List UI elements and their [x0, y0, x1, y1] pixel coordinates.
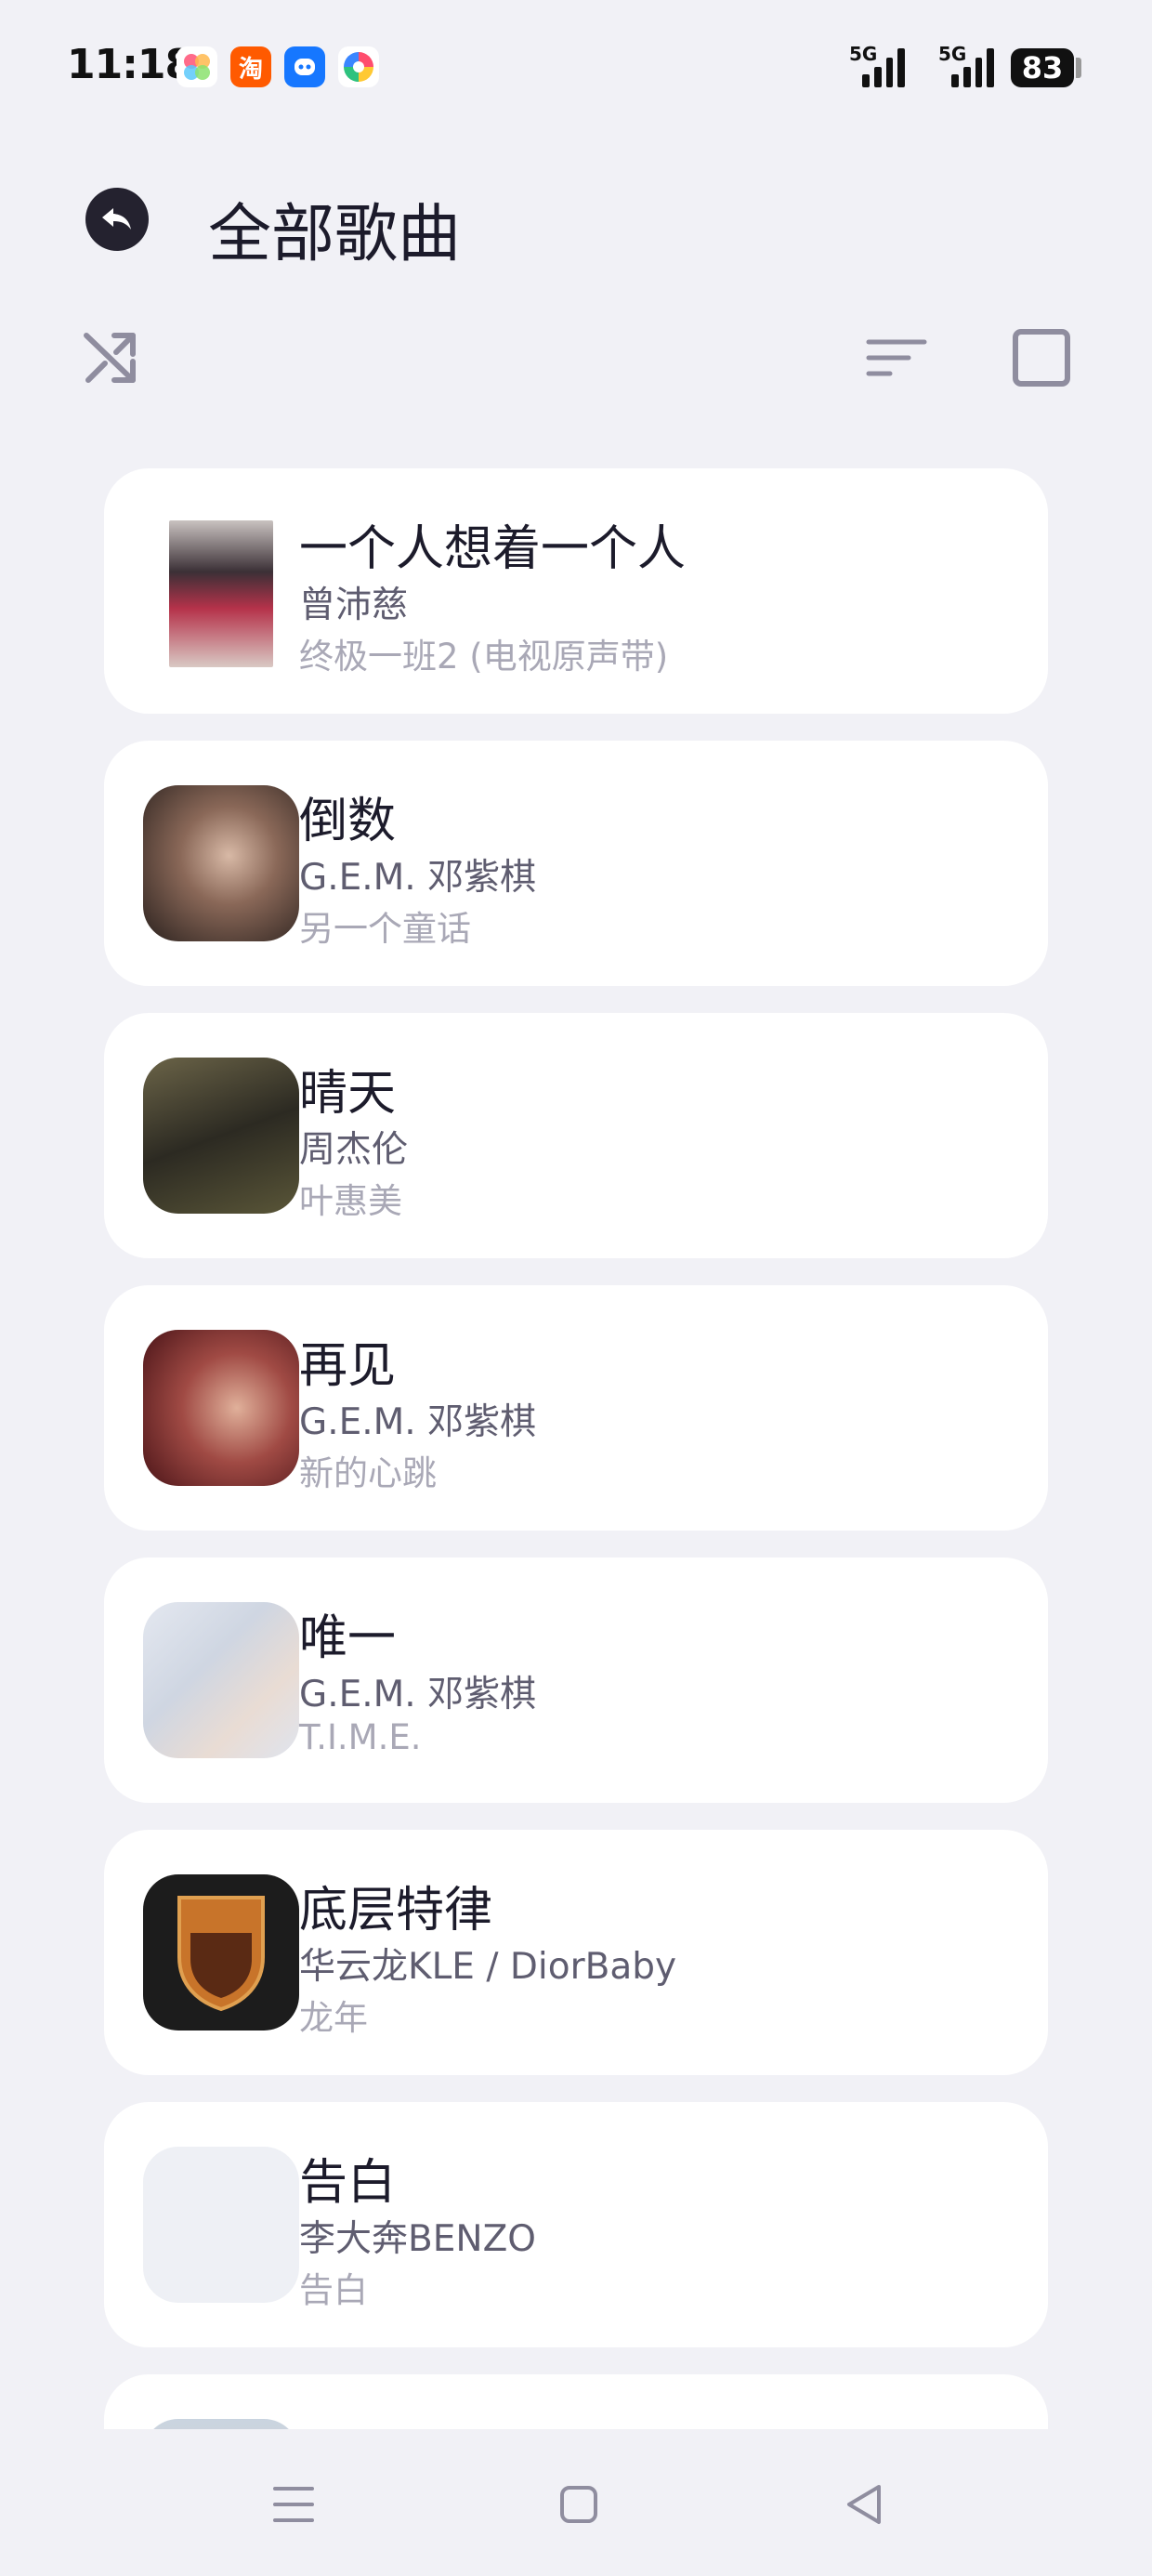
album-cover [143, 1602, 299, 1758]
shuffle-icon [84, 333, 136, 383]
song-artist: G.E.M. 邓紫棋 [299, 1401, 537, 1443]
song-item[interactable]: 一个人想着一个人 曾沛慈 终极一班2 (电视原声带) [104, 468, 1048, 714]
album-cover [143, 1058, 299, 1214]
song-title: 唯一 [299, 1610, 397, 1666]
system-back-button[interactable] [827, 2467, 901, 2542]
song-album: 龙年 [299, 1998, 368, 2038]
song-album: 新的心跳 [299, 1453, 437, 1493]
battery-icon: 83 [1011, 48, 1074, 87]
song-artist: 华云龙KLE / DiorBaby [299, 1946, 677, 1988]
back-triangle-icon [847, 2485, 881, 2524]
back-arrow-icon [102, 208, 131, 230]
album-cover [143, 2419, 299, 2429]
song-album: 另一个童话 [299, 909, 471, 949]
song-item[interactable]: 唯一 G.E.M. 邓紫棋 T.I.M.E. [104, 1557, 1048, 1803]
song-artist: G.E.M. 邓紫棋 [299, 857, 537, 899]
song-item[interactable]: 告白 李大奔BENZO 告白 [104, 2102, 1048, 2347]
taobao-app-icon: 淘 [230, 46, 271, 87]
song-item[interactable]: 当年之约 [104, 2374, 1048, 2429]
signal-strength-icon: 5G [849, 43, 905, 87]
song-item[interactable]: 底层特律 华云龙KLE / DiorBaby 龙年 [104, 1830, 1048, 2075]
song-album: 终极一班2 (电视原声带) [299, 637, 669, 677]
song-title: 倒数 [299, 794, 397, 849]
song-title: 告白 [299, 2155, 397, 2211]
photos-app-icon [177, 46, 217, 87]
album-cover [143, 1330, 299, 1486]
song-title: 再见 [299, 1338, 397, 1394]
recent-apps-button[interactable] [256, 2467, 331, 2542]
song-artist: 周杰伦 [299, 1129, 409, 1171]
song-album: 叶惠美 [299, 1181, 402, 1221]
album-cover [169, 520, 273, 667]
battery-level: 83 [1021, 50, 1064, 85]
status-bar: 11:18 淘 5G 5G 83 [0, 0, 1152, 135]
home-button[interactable] [542, 2467, 616, 2542]
album-cover [143, 785, 299, 941]
song-artist: 曾沛慈 [299, 585, 409, 626]
sort-button[interactable] [864, 325, 929, 390]
song-item[interactable]: 晴天 周杰伦 叶惠美 [104, 1013, 1048, 1258]
song-item[interactable]: 倒数 G.E.M. 邓紫棋 另一个童话 [104, 741, 1048, 986]
album-cover-placeholder [143, 2147, 299, 2303]
song-item[interactable]: 再见 G.E.M. 邓紫棋 新的心跳 [104, 1285, 1048, 1531]
song-title: 晴天 [299, 1066, 397, 1122]
colorful-app-icon [338, 46, 379, 87]
song-album: 告白 [299, 2270, 368, 2310]
song-title: 一个人想着一个人 [299, 521, 687, 577]
alipay-robot-app-icon [284, 46, 325, 87]
battery-cap [1076, 58, 1081, 78]
notification-app-icons: 淘 [177, 46, 379, 87]
page-title: 全部歌曲 [208, 198, 462, 271]
sort-icon [866, 339, 927, 376]
home-icon [560, 2486, 597, 2523]
back-button[interactable] [85, 188, 149, 251]
song-title: 当年之约 [299, 2415, 492, 2429]
menu-icon [273, 2487, 314, 2522]
song-title: 底层特律 [299, 1883, 493, 1939]
album-cover [143, 1874, 299, 2031]
song-list[interactable]: 一个人想着一个人 曾沛慈 终极一班2 (电视原声带) 倒数 G.E.M. 邓紫棋… [104, 468, 1048, 2429]
song-artist: G.E.M. 邓紫棋 [299, 1674, 537, 1715]
checkbox-icon [1013, 329, 1070, 387]
song-artist: 李大奔BENZO [299, 2218, 536, 2260]
status-time: 11:18 [67, 41, 193, 88]
signal-strength-icon-2: 5G [938, 43, 994, 87]
select-all-button[interactable] [1009, 325, 1074, 390]
song-album: T.I.M.E. [299, 1717, 422, 1757]
system-navigation-bar [0, 2430, 1152, 2576]
shuffle-button[interactable] [78, 325, 143, 390]
